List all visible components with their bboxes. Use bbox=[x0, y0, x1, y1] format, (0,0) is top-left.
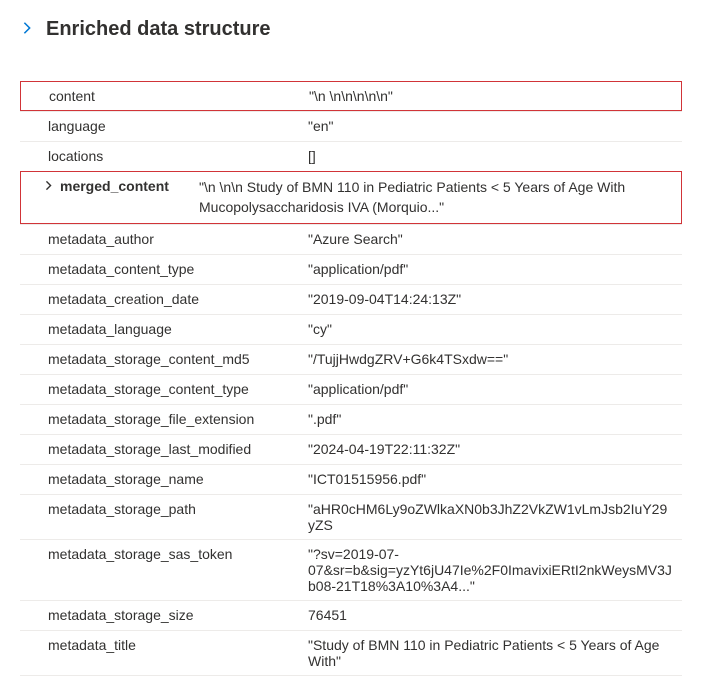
row-language[interactable]: language "en" bbox=[20, 111, 682, 141]
row-locations[interactable]: locations [] bbox=[20, 141, 682, 171]
section-header[interactable]: Enriched data structure bbox=[20, 10, 682, 59]
chevron-right-icon bbox=[20, 19, 34, 40]
value-label: "application/pdf" bbox=[300, 259, 682, 279]
value-label: "Study of BMN 110 in Pediatric Patients … bbox=[300, 635, 682, 671]
value-label: "aHR0cHM6Ly9oZWlkaXN0b3JhZ2VkZW1vLmJsb2I… bbox=[300, 499, 682, 535]
key-label: metadata_title bbox=[20, 635, 300, 655]
row-metadata-creation-date[interactable]: metadata_creation_date "2019-09-04T14:24… bbox=[20, 284, 682, 314]
row-metadata-title[interactable]: metadata_title "Study of BMN 110 in Pedi… bbox=[20, 630, 682, 676]
row-metadata-storage-path[interactable]: metadata_storage_path "aHR0cHM6Ly9oZWlka… bbox=[20, 494, 682, 539]
key-label: metadata_storage_last_modified bbox=[20, 439, 300, 459]
value-label: "en" bbox=[300, 116, 682, 136]
data-table: content "\n \n\n\n\n\n" language "en" lo… bbox=[20, 81, 682, 676]
key-label: metadata_language bbox=[20, 319, 300, 339]
row-metadata-storage-name[interactable]: metadata_storage_name "ICT01515956.pdf" bbox=[20, 464, 682, 494]
key-label: content bbox=[21, 86, 301, 106]
key-label: metadata_storage_content_md5 bbox=[20, 349, 300, 369]
key-label: metadata_storage_file_extension bbox=[20, 409, 300, 429]
value-label: "cy" bbox=[300, 319, 682, 339]
value-label: "2019-09-04T14:24:13Z" bbox=[300, 289, 682, 309]
value-label: "ICT01515956.pdf" bbox=[300, 469, 682, 489]
value-label: [] bbox=[300, 146, 682, 166]
key-label: metadata_creation_date bbox=[20, 289, 300, 309]
value-label: "?sv=2019-07-07&sr=b&sig=yzYt6jU47Ie%2F0… bbox=[300, 544, 682, 596]
key-label: metadata_storage_content_type bbox=[20, 379, 300, 399]
value-label: "\n \n\n\n\n\n" bbox=[301, 86, 681, 106]
value-label: 76451 bbox=[300, 605, 682, 625]
row-metadata-storage-size[interactable]: metadata_storage_size 76451 bbox=[20, 600, 682, 630]
key-label: metadata_content_type bbox=[20, 259, 300, 279]
row-metadata-storage-file-extension[interactable]: metadata_storage_file_extension ".pdf" bbox=[20, 404, 682, 434]
key-label: locations bbox=[20, 146, 300, 166]
value-label: "Azure Search" bbox=[300, 229, 682, 249]
row-metadata-content-type[interactable]: metadata_content_type "application/pdf" bbox=[20, 254, 682, 284]
value-label: ".pdf" bbox=[300, 409, 682, 429]
row-content[interactable]: content "\n \n\n\n\n\n" bbox=[20, 81, 682, 111]
row-metadata-storage-content-md5[interactable]: metadata_storage_content_md5 "/TujjHwdgZ… bbox=[20, 344, 682, 374]
row-metadata-storage-sas-token[interactable]: metadata_storage_sas_token "?sv=2019-07-… bbox=[20, 539, 682, 600]
row-metadata-storage-last-modified[interactable]: metadata_storage_last_modified "2024-04-… bbox=[20, 434, 682, 464]
key-label: metadata_author bbox=[20, 229, 300, 249]
key-label: metadata_storage_name bbox=[20, 469, 300, 489]
row-merged-content[interactable]: merged_content "\n \n\n Study of BMN 110… bbox=[20, 171, 682, 224]
key-label: merged_content bbox=[21, 176, 191, 196]
key-label: language bbox=[20, 116, 300, 136]
value-label: "\n \n\n Study of BMN 110 in Pediatric P… bbox=[191, 176, 681, 219]
row-metadata-author[interactable]: metadata_author "Azure Search" bbox=[20, 224, 682, 254]
value-label: "2024-04-19T22:11:32Z" bbox=[300, 439, 682, 459]
key-label: metadata_storage_size bbox=[20, 605, 300, 625]
key-label: metadata_storage_sas_token bbox=[20, 544, 300, 564]
section-title: Enriched data structure bbox=[46, 18, 271, 41]
row-metadata-language[interactable]: metadata_language "cy" bbox=[20, 314, 682, 344]
chevron-right-icon[interactable] bbox=[43, 178, 54, 194]
value-label: "/TujjHwdgZRV+G6k4TSxdw==" bbox=[300, 349, 682, 369]
row-metadata-storage-content-type[interactable]: metadata_storage_content_type "applicati… bbox=[20, 374, 682, 404]
value-label: "application/pdf" bbox=[300, 379, 682, 399]
key-label: metadata_storage_path bbox=[20, 499, 300, 519]
merged-content-key: merged_content bbox=[60, 178, 169, 194]
